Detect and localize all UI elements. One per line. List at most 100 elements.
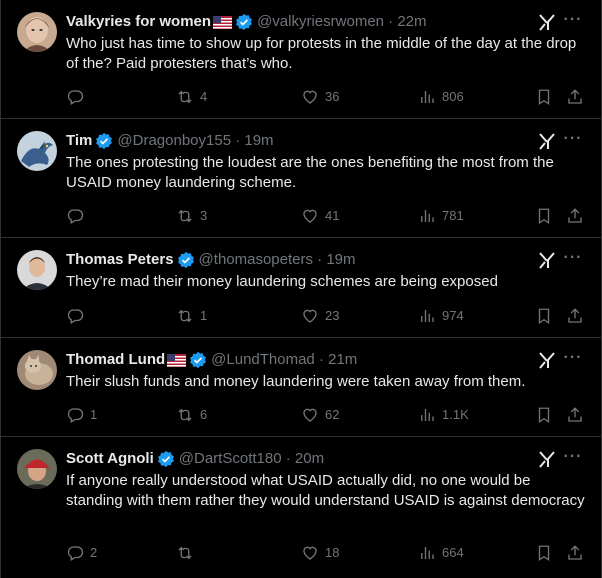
author-handle-time[interactable]: @Dragonboy155 · 19m	[117, 131, 273, 151]
repost-count: 4	[200, 89, 208, 104]
reply-button[interactable]	[66, 206, 90, 226]
avatar[interactable]	[17, 250, 57, 290]
like-count: 62	[325, 407, 340, 422]
reply-button[interactable]	[66, 87, 90, 107]
action-bar: 1 6 62 1.1K	[66, 405, 585, 425]
view-count: 664	[442, 545, 464, 560]
us-flag-icon	[213, 15, 233, 29]
author-name[interactable]: Thomad Lund	[66, 350, 165, 370]
verified-badge-icon[interactable]	[157, 450, 175, 468]
share-icon	[568, 407, 582, 422]
more-options-icon[interactable]: ···	[563, 447, 583, 467]
post[interactable]: Thomas Peters @thomasopeters · 19m ··· T…	[1, 238, 601, 338]
like-button[interactable]: 18	[301, 543, 339, 563]
post-text: The ones protesting the loudest are the …	[66, 154, 558, 191]
post[interactable]: Tim @Dragonboy155 · 19m ··· The ones pro…	[1, 119, 601, 238]
share-button[interactable]	[566, 543, 584, 563]
grok-icon[interactable]	[537, 449, 557, 469]
repost-button[interactable]: 4	[176, 87, 207, 107]
like-count: 18	[325, 545, 340, 560]
share-icon	[568, 545, 582, 560]
repost-icon	[178, 209, 192, 223]
verified-badge-icon[interactable]	[177, 251, 195, 269]
view-count: 806	[442, 89, 464, 104]
repost-icon	[178, 309, 192, 323]
views-button[interactable]: 781	[418, 206, 464, 226]
post-text: If anyone really understood what USAID a…	[66, 472, 585, 509]
like-button[interactable]: 36	[301, 87, 339, 107]
heart-icon	[303, 209, 317, 223]
reply-button[interactable]: 1	[66, 405, 97, 425]
bookmark-icon	[538, 407, 550, 424]
repost-button[interactable]: 3	[176, 206, 207, 226]
avatar[interactable]	[17, 350, 57, 390]
bookmark-icon	[538, 545, 550, 562]
post-text: They’re mad their money laundering schem…	[66, 273, 498, 290]
like-button[interactable]: 62	[301, 405, 339, 425]
repost-button[interactable]	[176, 543, 200, 563]
reply-button[interactable]	[66, 306, 90, 326]
bookmark-button[interactable]	[535, 543, 553, 563]
views-button[interactable]: 1.1K	[418, 405, 469, 425]
reply-button[interactable]: 2	[66, 543, 97, 563]
author-handle-time[interactable]: @thomasopeters · 19m	[199, 250, 356, 270]
reply-count: 2	[90, 545, 98, 560]
post[interactable]: Scott Agnoli @DartScott180 · 20m ··· If …	[1, 437, 601, 578]
grok-icon[interactable]	[537, 250, 557, 270]
repost-count: 6	[200, 407, 208, 422]
avatar[interactable]	[17, 12, 57, 52]
grok-icon[interactable]	[537, 350, 557, 370]
verified-badge-icon[interactable]	[95, 132, 113, 150]
author-handle-time[interactable]: @LundThomad · 21m	[211, 350, 357, 370]
view-count: 1.1K	[442, 407, 469, 422]
like-button[interactable]: 23	[301, 306, 339, 326]
us-flag-icon	[167, 353, 187, 367]
like-count: 41	[325, 208, 340, 223]
views-chart-icon	[421, 310, 434, 322]
bookmark-button[interactable]	[535, 405, 553, 425]
grok-icon[interactable]	[537, 131, 557, 151]
reply-icon	[67, 546, 84, 561]
more-options-icon[interactable]: ···	[563, 10, 583, 30]
bookmark-button[interactable]	[535, 306, 553, 326]
more-options-icon[interactable]: ···	[563, 248, 583, 268]
author-name[interactable]: Thomas Peters	[66, 250, 174, 270]
post[interactable]: Thomad Lund @LundThomad · 21m ··· Their …	[1, 338, 601, 437]
views-button[interactable]: 664	[418, 543, 464, 563]
view-count: 781	[442, 208, 464, 223]
action-bar: 2 18 664	[66, 543, 585, 563]
post-text: Who just has time to show up for protest…	[66, 35, 581, 72]
repost-button[interactable]: 6	[176, 405, 207, 425]
grok-icon[interactable]	[537, 12, 557, 32]
bookmark-button[interactable]	[535, 87, 553, 107]
author-handle-time[interactable]: @valkyriesrwomen · 22m	[257, 12, 426, 32]
share-button[interactable]	[566, 206, 584, 226]
author-name[interactable]: Tim	[66, 131, 92, 151]
bookmark-button[interactable]	[535, 206, 553, 226]
author-handle-time[interactable]: @DartScott180 · 20m	[179, 449, 324, 469]
share-button[interactable]	[566, 405, 584, 425]
more-options-icon[interactable]: ···	[563, 129, 583, 149]
heart-icon	[303, 546, 317, 560]
share-button[interactable]	[566, 87, 584, 107]
avatar[interactable]	[17, 449, 57, 489]
reply-icon	[67, 309, 84, 324]
share-button[interactable]	[566, 306, 584, 326]
post-text: Their slush funds and money laundering w…	[66, 373, 526, 390]
verified-badge-icon[interactable]	[235, 13, 253, 31]
repost-icon	[178, 90, 192, 104]
verified-badge-icon[interactable]	[189, 351, 207, 369]
views-button[interactable]: 806	[418, 87, 464, 107]
views-button[interactable]: 974	[418, 306, 464, 326]
more-options-icon[interactable]: ···	[563, 348, 583, 368]
view-count: 974	[442, 308, 464, 323]
like-button[interactable]: 41	[301, 206, 339, 226]
heart-icon	[303, 408, 317, 422]
avatar[interactable]	[17, 131, 57, 171]
author-name[interactable]: Scott Agnoli	[66, 449, 154, 469]
post[interactable]: Valkyries for women @valkyriesrwomen · 2…	[1, 0, 601, 119]
action-bar: 3 41 781	[66, 206, 585, 226]
like-count: 36	[325, 89, 340, 104]
repost-button[interactable]: 1	[176, 306, 207, 326]
author-name[interactable]: Valkyries for women	[66, 12, 211, 32]
